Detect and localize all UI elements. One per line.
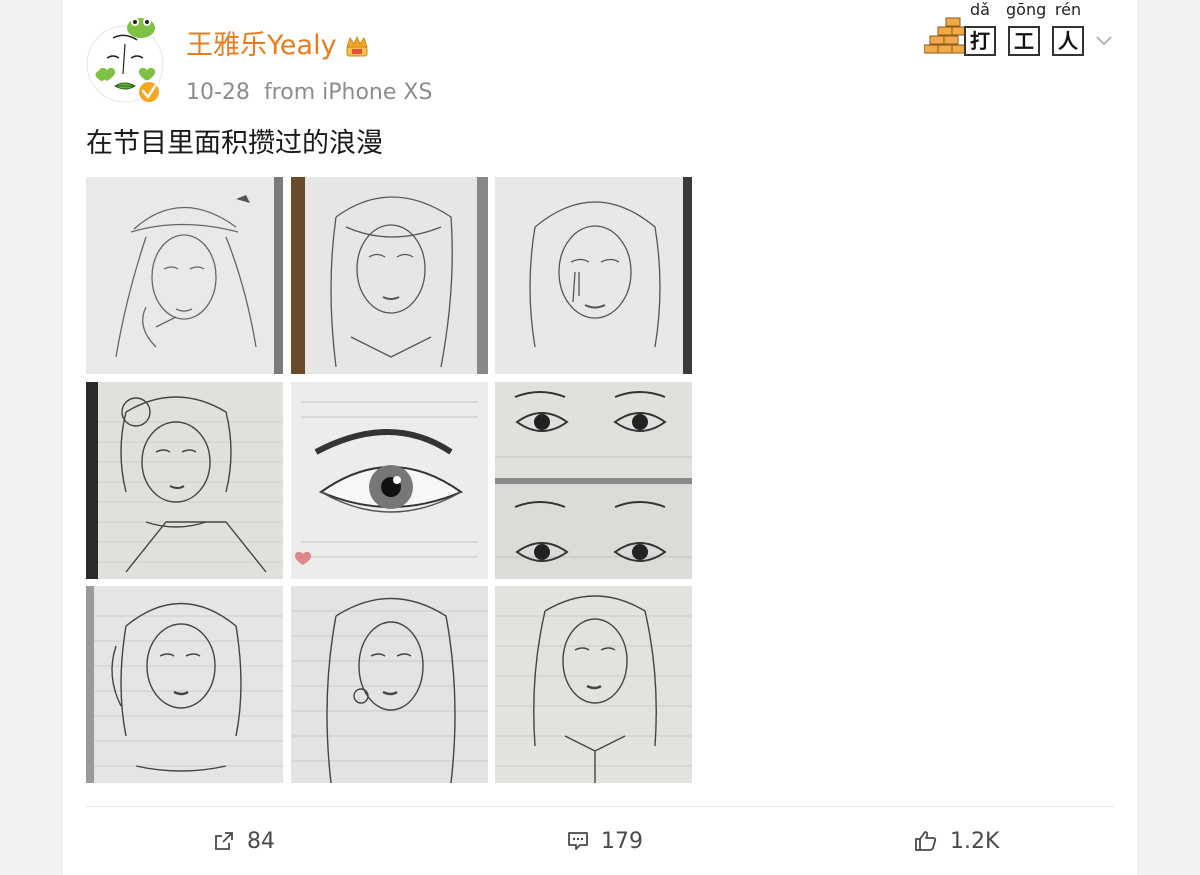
sketch-image-5[interactable] bbox=[291, 382, 488, 579]
sketch-image-2[interactable] bbox=[291, 177, 488, 374]
sketch-image-9[interactable] bbox=[495, 586, 692, 783]
brick-wall-icon bbox=[924, 17, 967, 54]
badge-char-ren: 人 bbox=[1052, 26, 1084, 56]
post-meta: 10-28 from iPhone XS bbox=[186, 78, 446, 108]
sketch-image-3[interactable] bbox=[495, 177, 692, 374]
author-name[interactable]: 王雅乐Yealy bbox=[186, 28, 337, 64]
crown-icon bbox=[345, 35, 369, 57]
sketch-image-1[interactable] bbox=[86, 177, 283, 374]
like-count: 1.2K bbox=[950, 828, 1000, 854]
repost-icon bbox=[215, 832, 233, 850]
badge-char-gong: 工 bbox=[1008, 26, 1040, 56]
image-grid bbox=[86, 177, 692, 783]
sketch-image-8[interactable] bbox=[291, 586, 488, 783]
avatar[interactable] bbox=[85, 14, 165, 106]
sketch-image-7[interactable] bbox=[86, 586, 283, 783]
dagongren-badge: dǎ gōng rén 打 工 人 bbox=[922, 0, 1090, 60]
post-source: from iPhone XS bbox=[263, 80, 433, 105]
frog-icon bbox=[127, 18, 155, 38]
pinyin-gong: gōng bbox=[1006, 0, 1047, 19]
pinyin-da: dǎ bbox=[970, 0, 990, 19]
thumbs-up-icon bbox=[915, 831, 937, 851]
chevron-down-icon[interactable] bbox=[1094, 33, 1114, 49]
actions-divider bbox=[86, 806, 1114, 807]
badge-char-da: 打 bbox=[964, 26, 996, 56]
post-text: 在节目里面积攒过的浪漫 bbox=[86, 128, 383, 159]
repost-button[interactable]: 84 bbox=[213, 826, 275, 856]
sketch-image-4[interactable] bbox=[86, 382, 283, 579]
verified-icon bbox=[137, 80, 161, 104]
comment-count: 179 bbox=[601, 828, 643, 854]
comment-icon bbox=[568, 832, 588, 850]
like-button[interactable]: 1.2K bbox=[914, 826, 999, 856]
comment-button[interactable]: 179 bbox=[567, 826, 643, 856]
repost-count: 84 bbox=[247, 828, 275, 854]
pinyin-ren: rén bbox=[1054, 0, 1082, 19]
sketch-image-6[interactable] bbox=[495, 382, 692, 579]
post-date[interactable]: 10-28 bbox=[186, 80, 250, 105]
